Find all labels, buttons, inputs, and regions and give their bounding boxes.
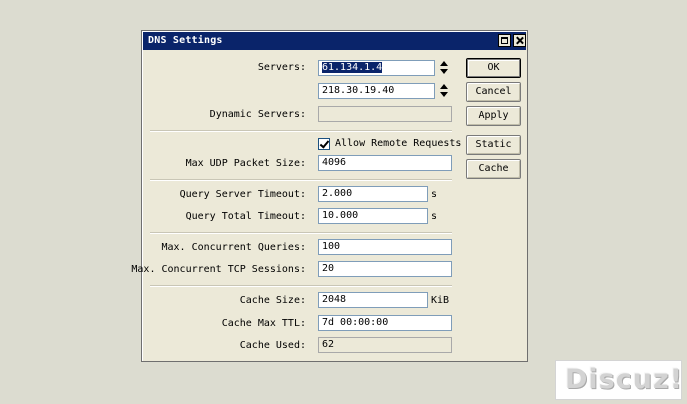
- max-concurrent-tcp-sessions-input[interactable]: 20: [318, 261, 452, 277]
- server-1-value: 61.134.1.4: [322, 62, 383, 73]
- dynamic-servers-field: [318, 106, 452, 122]
- ok-button[interactable]: OK: [466, 58, 521, 78]
- max-concurrent-queries-input[interactable]: 100: [318, 239, 452, 255]
- dynamic-servers-label: Dynamic Servers:: [209, 109, 306, 120]
- dns-settings-dialog: DNS Settings Servers: 61.134.1.4 218.30.…: [131, 30, 528, 362]
- cache-used-label: Cache Used:: [239, 340, 306, 351]
- max-concurrent-queries-value: 100: [322, 241, 341, 252]
- watermark-text: Discuz!: [565, 364, 683, 395]
- query-total-timeout-value: 10.000: [322, 210, 359, 221]
- max-udp-packet-size-label: Max UDP Packet Size:: [185, 158, 306, 169]
- cache-size-unit: KiB: [431, 295, 450, 306]
- query-total-timeout-unit: s: [431, 211, 438, 222]
- allow-remote-requests-label: Allow Remote Requests: [335, 138, 462, 149]
- query-total-timeout-label: Query Total Timeout:: [185, 211, 306, 222]
- maximize-icon[interactable]: [498, 34, 511, 47]
- close-icon[interactable]: [513, 34, 526, 47]
- separator: [150, 179, 452, 181]
- cache-max-ttl-input[interactable]: 7d 00:00:00: [318, 315, 452, 331]
- cache-used-field: 62: [318, 337, 452, 353]
- max-concurrent-tcp-sessions-label: Max. Concurrent TCP Sessions:: [131, 264, 306, 275]
- server-2-updown-icon[interactable]: [439, 83, 449, 99]
- query-server-timeout-unit: s: [431, 189, 438, 200]
- apply-button[interactable]: Apply: [466, 106, 521, 126]
- query-server-timeout-input[interactable]: 2.000: [318, 186, 428, 202]
- query-server-timeout-value: 2.000: [322, 188, 353, 199]
- window-title: DNS Settings: [148, 35, 223, 46]
- allow-remote-requests-checkbox[interactable]: [318, 138, 330, 150]
- title-bar[interactable]: DNS Settings: [143, 32, 526, 50]
- watermark-logo: Discuz!: [555, 360, 682, 400]
- cancel-button[interactable]: Cancel: [466, 82, 521, 102]
- query-total-timeout-input[interactable]: 10.000: [318, 208, 428, 224]
- cache-button[interactable]: Cache: [466, 159, 521, 179]
- cache-used-value: 62: [322, 339, 335, 350]
- max-concurrent-tcp-sessions-value: 20: [322, 263, 335, 274]
- separator: [150, 130, 452, 132]
- separator: [150, 285, 452, 287]
- static-button[interactable]: Static: [466, 135, 521, 155]
- max-udp-packet-size-input[interactable]: 4096: [318, 155, 452, 171]
- server-2-value: 218.30.19.40: [322, 85, 395, 96]
- max-udp-packet-size-value: 4096: [322, 157, 347, 168]
- cache-size-input[interactable]: 2048: [318, 292, 428, 308]
- cache-size-label: Cache Size:: [239, 295, 306, 306]
- separator: [150, 232, 452, 234]
- server-2-input[interactable]: 218.30.19.40: [318, 83, 435, 99]
- servers-label: Servers:: [257, 62, 306, 73]
- cache-max-ttl-label: Cache Max TTL:: [221, 318, 306, 329]
- cache-max-ttl-value: 7d 00:00:00: [322, 317, 389, 328]
- cache-size-value: 2048: [322, 294, 347, 305]
- server-1-updown-icon[interactable]: [439, 60, 449, 76]
- server-1-input[interactable]: 61.134.1.4: [318, 60, 435, 76]
- max-concurrent-queries-label: Max. Concurrent Queries:: [161, 242, 307, 253]
- query-server-timeout-label: Query Server Timeout:: [179, 189, 306, 200]
